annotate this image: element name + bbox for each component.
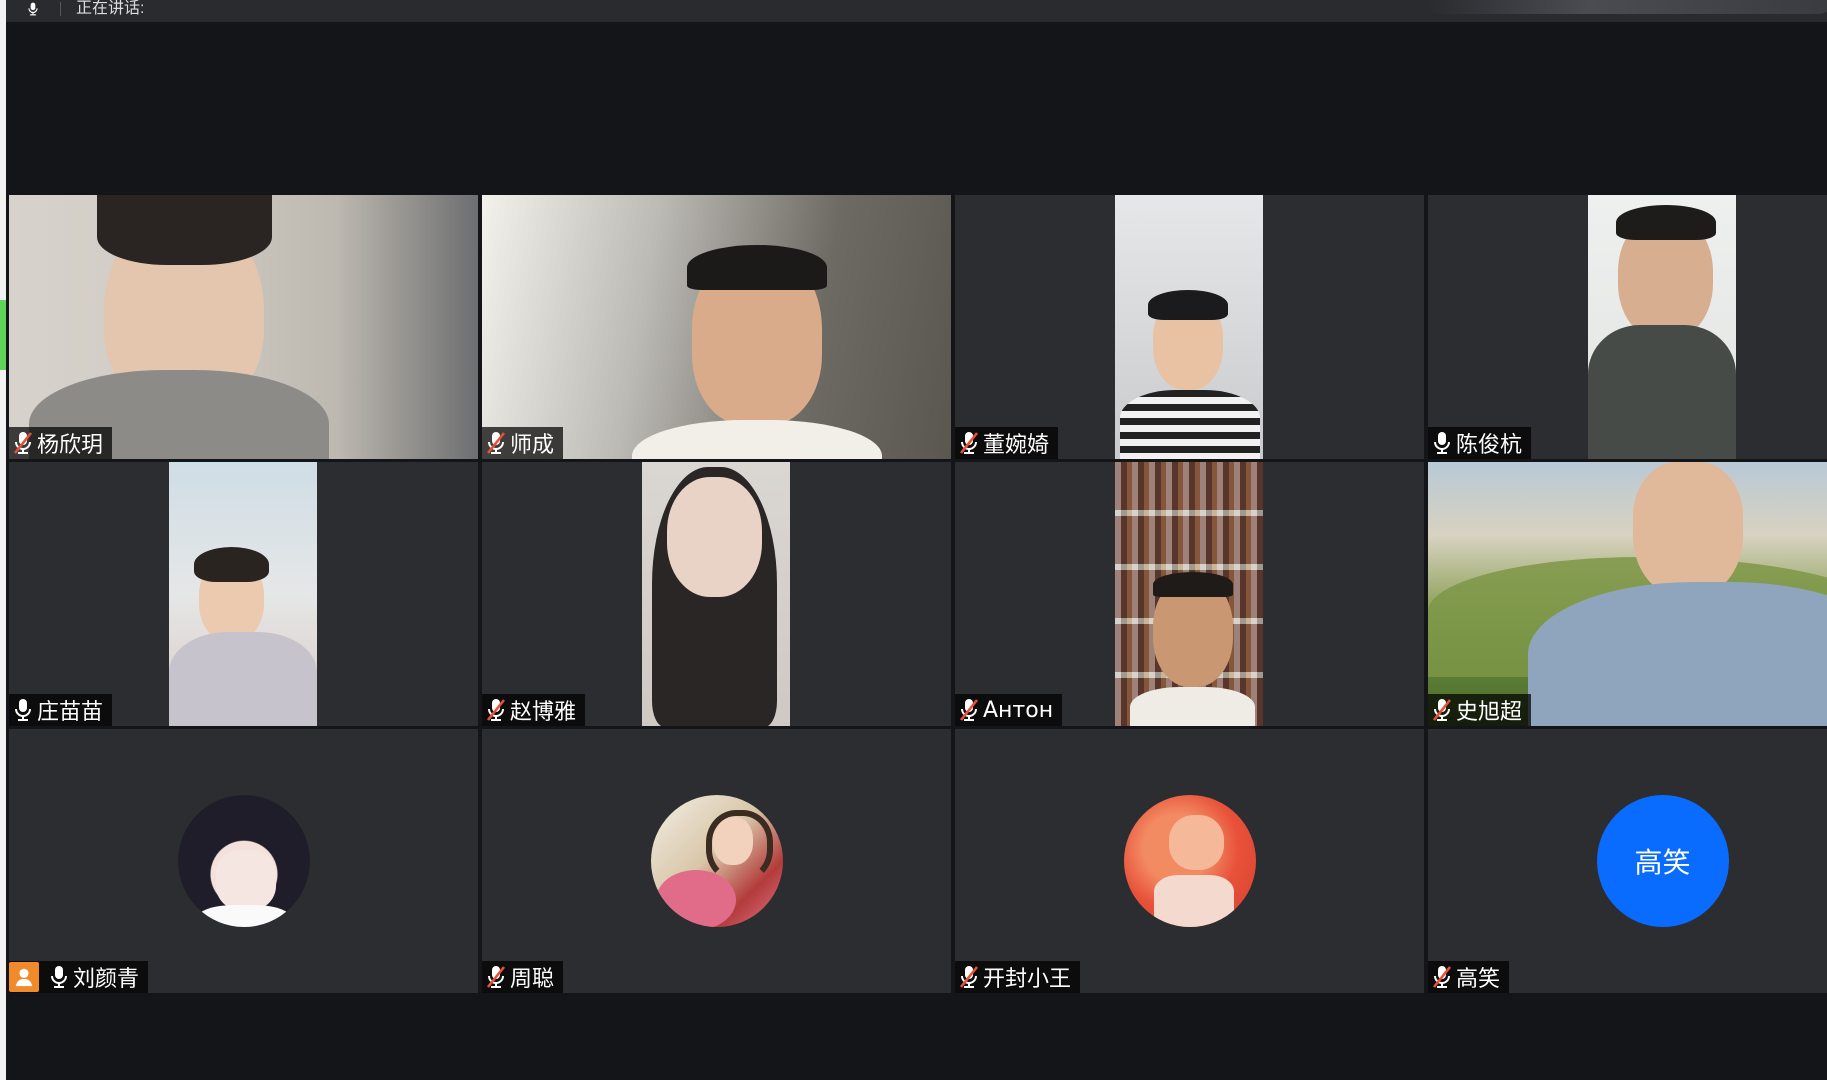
participant-name: 高笑: [1456, 967, 1501, 992]
participant-video: [1428, 462, 1827, 726]
status-divider: [60, 2, 61, 16]
avatar-jersey: [1153, 875, 1234, 927]
participant-video: [169, 462, 317, 726]
avatar-face: [215, 850, 276, 910]
participant-name-tag: 高笑: [1428, 961, 1510, 993]
participant-shirt: [632, 420, 882, 459]
participant-initials-avatar: 高笑: [1596, 795, 1729, 927]
participant-tile[interactable]: 董婉婍: [955, 195, 1424, 459]
participant-shirt: [169, 632, 317, 726]
participant-video: [9, 195, 478, 459]
mic-on-icon: [13, 698, 33, 722]
participant-tile[interactable]: 周聪: [482, 729, 951, 993]
participant-name-tag: 刘颜青: [9, 961, 149, 993]
window-left-edge: [0, 0, 6, 1080]
avatar-figure: [1168, 815, 1224, 870]
participant-shirt: [1588, 325, 1736, 459]
participant-name: 赵博雅: [510, 700, 577, 725]
participant-name-tag: 杨欣玥: [9, 427, 113, 459]
participant-tile[interactable]: 高笑 高笑: [1428, 729, 1827, 993]
mic-muted-icon: [13, 431, 33, 455]
participant-video: [642, 462, 790, 726]
participant-hair: [1153, 572, 1233, 597]
participant-name: Антон: [983, 697, 1054, 723]
participant-video: [1115, 195, 1263, 459]
participant-tile[interactable]: 赵博雅: [482, 462, 951, 726]
participant-tile[interactable]: 师成: [482, 195, 951, 459]
participant-name-tag: 史旭超: [1428, 694, 1532, 726]
participant-shirt: [1120, 390, 1260, 459]
avatar-hair: [705, 810, 773, 882]
mic-muted-icon: [486, 431, 506, 455]
participant-tile[interactable]: Антон: [955, 462, 1424, 726]
participant-name-tag: 庄苗苗: [9, 694, 113, 726]
mic-muted-icon: [486, 698, 506, 722]
participant-tile[interactable]: 庄苗苗: [9, 462, 478, 726]
participant-avatar: [1123, 795, 1256, 927]
avatar-collar: [197, 905, 290, 927]
participant-video: [1588, 195, 1736, 459]
participant-video: [1115, 462, 1263, 726]
participant-name: 刘颜青: [73, 967, 140, 992]
participant-name-tag: 周聪: [482, 961, 564, 993]
participant-name-tag: 董婉婍: [955, 427, 1059, 459]
participant-name: 陈俊杭: [1456, 433, 1523, 458]
participant-avatar: [177, 795, 310, 927]
mic-muted-icon: [959, 431, 979, 455]
participant-name-tag: 赵博雅: [482, 694, 586, 726]
participant-hair: [97, 195, 272, 265]
mic-muted-icon: [959, 698, 979, 722]
participant-hair: [1148, 290, 1228, 320]
participant-name: 史旭超: [1456, 700, 1523, 725]
participant-name-tag: 师成: [482, 427, 564, 459]
participant-silhouette: [667, 477, 762, 597]
participant-name-tag: Антон: [955, 694, 1063, 726]
participant-name-tag: 陈俊杭: [1428, 427, 1532, 459]
window-edge-accent: [0, 300, 6, 370]
mic-on-icon: [49, 965, 69, 989]
participant-name: 师成: [510, 433, 555, 458]
speaking-status-label: 正在讲话:: [76, 0, 145, 17]
speaker-status-bar: 正在讲话:: [6, 0, 1827, 22]
participant-name-tag: 开封小王: [955, 961, 1081, 993]
participant-silhouette: [1633, 462, 1743, 597]
participant-name: 周聪: [510, 967, 555, 992]
participant-hair: [687, 245, 827, 290]
participant-hair: [1616, 205, 1716, 240]
mic-muted-icon: [1432, 698, 1452, 722]
host-person-icon: [13, 966, 35, 988]
participant-tile[interactable]: 开封小王: [955, 729, 1424, 993]
participant-shirt: [1528, 582, 1827, 726]
participant-tile[interactable]: 史旭超: [1428, 462, 1827, 726]
participant-name: 开封小王: [983, 967, 1072, 992]
top-right-overlay: [1426, 0, 1827, 14]
mic-on-icon: [1432, 431, 1452, 455]
avatar-flowers: [655, 870, 736, 927]
participant-name: 杨欣玥: [37, 433, 104, 458]
host-badge: [9, 962, 39, 992]
participant-tile[interactable]: 陈俊杭: [1428, 195, 1827, 459]
participant-name: 庄苗苗: [37, 700, 104, 725]
participant-hair: [194, 547, 269, 582]
participant-video: [482, 195, 951, 459]
participant-name: 董婉婍: [983, 433, 1050, 458]
participant-shirt: [1130, 687, 1255, 726]
participant-grid: 杨欣玥 师成 董婉婍 陈俊杭 庄苗苗 赵博雅 Антон 史旭超 刘颜青 周聪 …: [9, 195, 1827, 993]
participant-tile[interactable]: 杨欣玥: [9, 195, 478, 459]
mic-muted-icon: [486, 965, 506, 989]
participant-avatar: [650, 795, 783, 927]
participant-tile[interactable]: 刘颜青: [9, 729, 478, 993]
mic-muted-icon: [1432, 965, 1452, 989]
speaking-mic-icon: [26, 2, 40, 16]
mic-muted-icon: [959, 965, 979, 989]
